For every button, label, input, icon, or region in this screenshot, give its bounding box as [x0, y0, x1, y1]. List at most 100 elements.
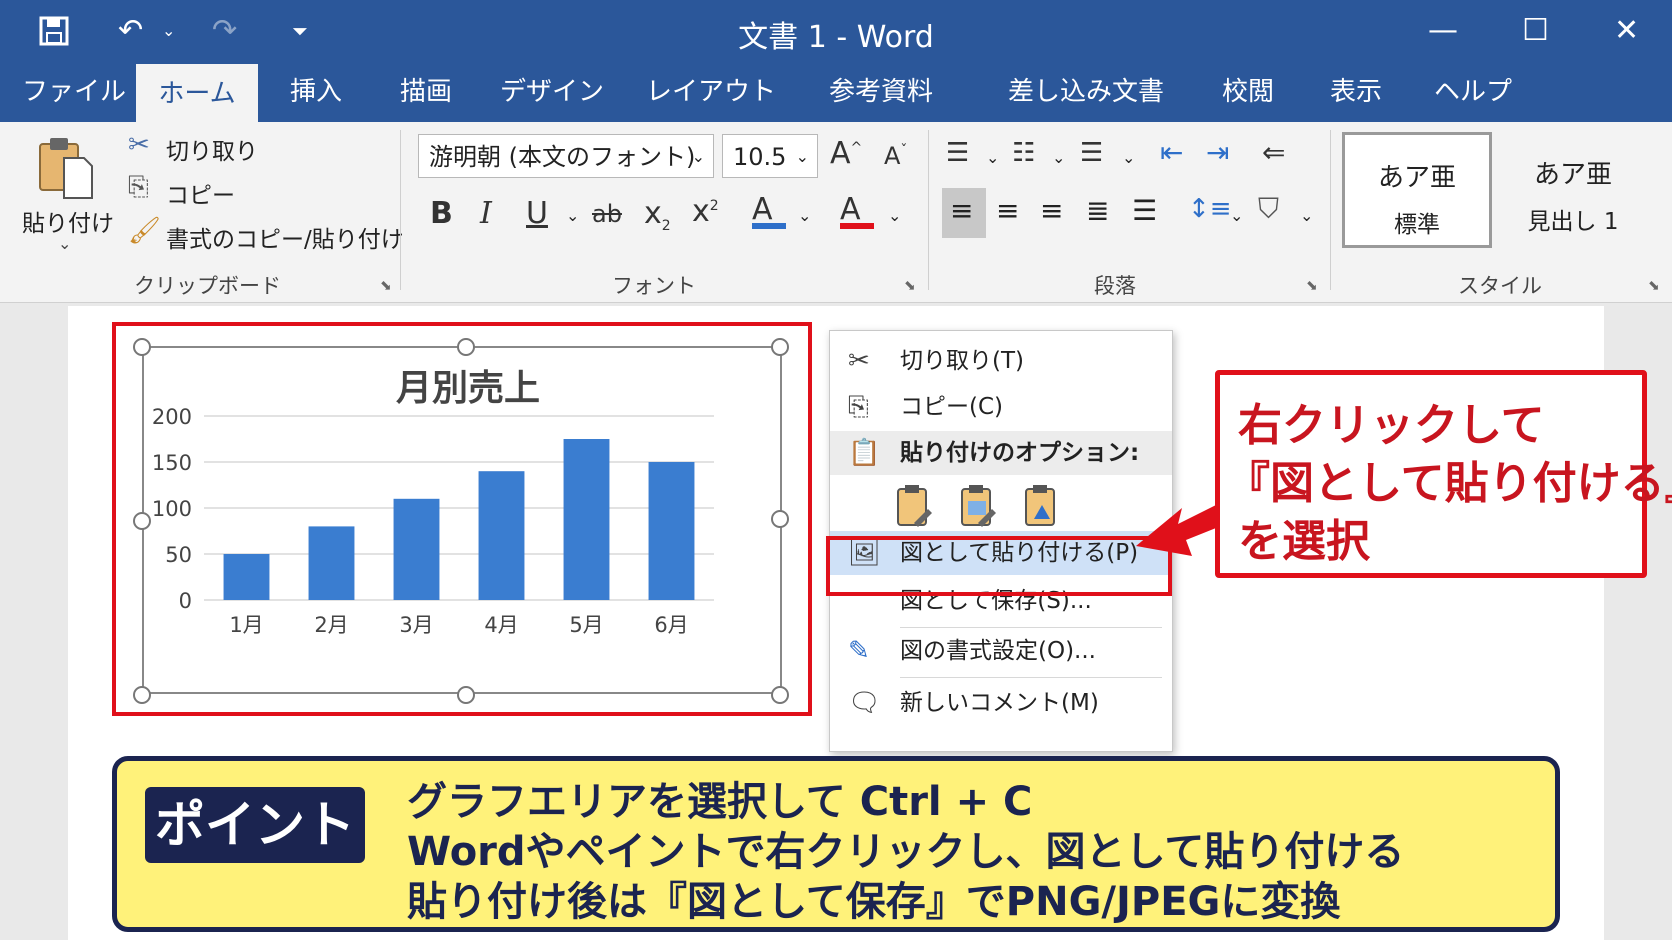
menu-item-label: 図の書式設定(O)...: [900, 638, 1096, 664]
distributed-icon[interactable]: ☰: [1132, 194, 1157, 227]
style-normal[interactable]: あア亜 標準: [1342, 132, 1492, 248]
shrink-font-icon[interactable]: Aˇ: [884, 142, 907, 170]
tab-mailings[interactable]: 差し込み文書: [994, 62, 1178, 122]
bar[interactable]: [393, 498, 440, 600]
paste-option-embed-icon[interactable]: [960, 483, 1000, 529]
underline-icon[interactable]: U: [526, 196, 548, 231]
bar[interactable]: [308, 526, 355, 600]
copy-label: コピー: [166, 183, 235, 209]
font-group-label: フォント: [612, 274, 696, 298]
bold-icon[interactable]: B: [430, 196, 453, 231]
maximize-icon[interactable]: ☐: [1522, 0, 1549, 62]
menu-item-label: 切り取り(T): [900, 348, 1024, 374]
group-divider: [1330, 130, 1331, 290]
line-spacing-dropdown-icon[interactable]: ⌄: [1230, 206, 1243, 225]
text-direction-icon[interactable]: ⇐: [1262, 136, 1285, 169]
menu-item-label: コピー(C): [900, 394, 1004, 420]
tab-design[interactable]: デザイン: [494, 62, 610, 122]
bar[interactable]: [563, 439, 610, 600]
tab-help[interactable]: ヘルプ: [1424, 62, 1522, 122]
font-name-select[interactable]: 游明朝 (本文のフォント) ⌄: [418, 134, 714, 178]
numbering-icon[interactable]: ☷: [1012, 138, 1035, 168]
font-size-select[interactable]: 10.5 ⌄: [722, 134, 818, 178]
paste-icon: 📋: [848, 438, 881, 468]
subscript-icon[interactable]: x2: [644, 196, 671, 234]
paste-dropdown-icon[interactable]: ⌄: [58, 234, 71, 253]
styles-launcher-icon[interactable]: ⬊: [1648, 278, 1660, 294]
tab-insert[interactable]: 挿入: [272, 62, 360, 122]
resize-handle[interactable]: [771, 686, 789, 704]
menu-item-format-picture[interactable]: ✎ 図の書式設定(O)...: [830, 629, 1172, 673]
align-center-icon[interactable]: ≡: [996, 194, 1019, 227]
y-tick-label: 100: [152, 497, 192, 521]
menu-item-cut[interactable]: ✂ 切り取り(T): [830, 339, 1172, 383]
point-badge: ポイント: [145, 787, 365, 863]
point-box: ポイント グラフエリアを選択して Ctrl + C Wordやペイントで右クリッ…: [112, 756, 1560, 932]
font-size-value: 10.5: [733, 143, 787, 171]
bar[interactable]: [223, 554, 270, 600]
paste-label: 貼り付け: [22, 211, 114, 237]
y-tick-label: 200: [152, 405, 192, 429]
italic-icon[interactable]: I: [480, 196, 492, 231]
close-icon[interactable]: ✕: [1614, 0, 1639, 62]
resize-handle[interactable]: [771, 338, 789, 356]
superscript-icon[interactable]: x2: [692, 194, 719, 229]
shading-icon[interactable]: ⛉: [1258, 192, 1279, 226]
resize-handle[interactable]: [133, 512, 151, 530]
tab-home[interactable]: ホーム: [136, 64, 258, 124]
bullets-dropdown-icon[interactable]: ⌄: [986, 148, 999, 167]
paste-button[interactable]: 貼り付け ⌄: [20, 130, 114, 270]
increase-indent-icon[interactable]: ⇥: [1206, 136, 1229, 169]
bullets-icon[interactable]: ☰: [946, 138, 969, 168]
highlight-color-icon[interactable]: A: [752, 192, 786, 229]
y-tick-label: 50: [165, 543, 192, 567]
style-heading-1[interactable]: あア亜 見出し 1: [1496, 132, 1650, 248]
bar[interactable]: [478, 471, 525, 600]
grow-font-icon[interactable]: A^: [830, 136, 862, 171]
align-left-button[interactable]: ≡: [942, 188, 986, 238]
resize-handle[interactable]: [457, 338, 475, 356]
clipboard-launcher-icon[interactable]: ⬊: [380, 278, 392, 294]
tab-layout[interactable]: レイアウト: [640, 62, 782, 122]
shading-dropdown-icon[interactable]: ⌄: [1300, 206, 1313, 225]
menu-item-copy[interactable]: ⎘ コピー(C): [830, 385, 1172, 429]
tab-review[interactable]: 校閲: [1206, 62, 1290, 122]
point-line: 貼り付け後は『図として保存』でPNG/JPEGに変換: [407, 879, 1341, 925]
menu-item-new-comment[interactable]: 🗨 新しいコメント(M): [830, 681, 1172, 725]
style-preview: あア亜: [1533, 160, 1612, 190]
chart-area[interactable]: 月別売上 0 50 100 150 200 1月 2月 3月 4月 5月 6月: [142, 346, 782, 694]
tab-view[interactable]: 表示: [1314, 62, 1398, 122]
decrease-indent-icon[interactable]: ⇤: [1160, 136, 1183, 169]
tab-file[interactable]: ファイル: [16, 62, 132, 122]
line-spacing-icon[interactable]: ↕≡: [1188, 194, 1232, 224]
copy-icon: ⎘: [128, 172, 149, 202]
multilevel-list-icon[interactable]: ☰: [1080, 138, 1103, 168]
bar[interactable]: [648, 462, 695, 600]
style-preview: あア亜: [1377, 163, 1456, 193]
font-launcher-icon[interactable]: ⬊: [904, 278, 916, 294]
tab-references[interactable]: 参考資料: [812, 62, 950, 122]
style-label: 標準: [1394, 212, 1440, 238]
highlight-dropdown-icon[interactable]: ⌄: [798, 206, 811, 225]
resize-handle[interactable]: [133, 338, 151, 356]
underline-dropdown-icon[interactable]: ⌄: [566, 206, 579, 225]
paste-option-use-destination-icon[interactable]: [896, 483, 936, 529]
title-bar: ↶ ⌄ ↷ ⏷ 文書 1 - Word — ☐ ✕: [0, 0, 1672, 62]
resize-handle[interactable]: [457, 686, 475, 704]
cut-label: 切り取り: [166, 139, 258, 165]
resize-handle[interactable]: [771, 510, 789, 528]
strikethrough-icon[interactable]: ab: [592, 200, 622, 228]
resize-handle[interactable]: [133, 686, 151, 704]
paragraph-launcher-icon[interactable]: ⬊: [1306, 278, 1318, 294]
align-right-icon[interactable]: ≡: [1040, 194, 1063, 227]
align-left-icon: ≡: [950, 194, 974, 227]
paste-option-picture-icon[interactable]: [1024, 483, 1064, 529]
tab-draw[interactable]: 描画: [382, 62, 470, 122]
minimize-icon[interactable]: —: [1428, 0, 1458, 62]
multilevel-dropdown-icon[interactable]: ⌄: [1122, 148, 1135, 167]
font-color-icon[interactable]: A: [840, 192, 874, 229]
font-color-dropdown-icon[interactable]: ⌄: [888, 206, 901, 225]
paste-icon: [39, 138, 93, 199]
justify-icon[interactable]: ≣: [1086, 194, 1109, 227]
numbering-dropdown-icon[interactable]: ⌄: [1052, 148, 1065, 167]
